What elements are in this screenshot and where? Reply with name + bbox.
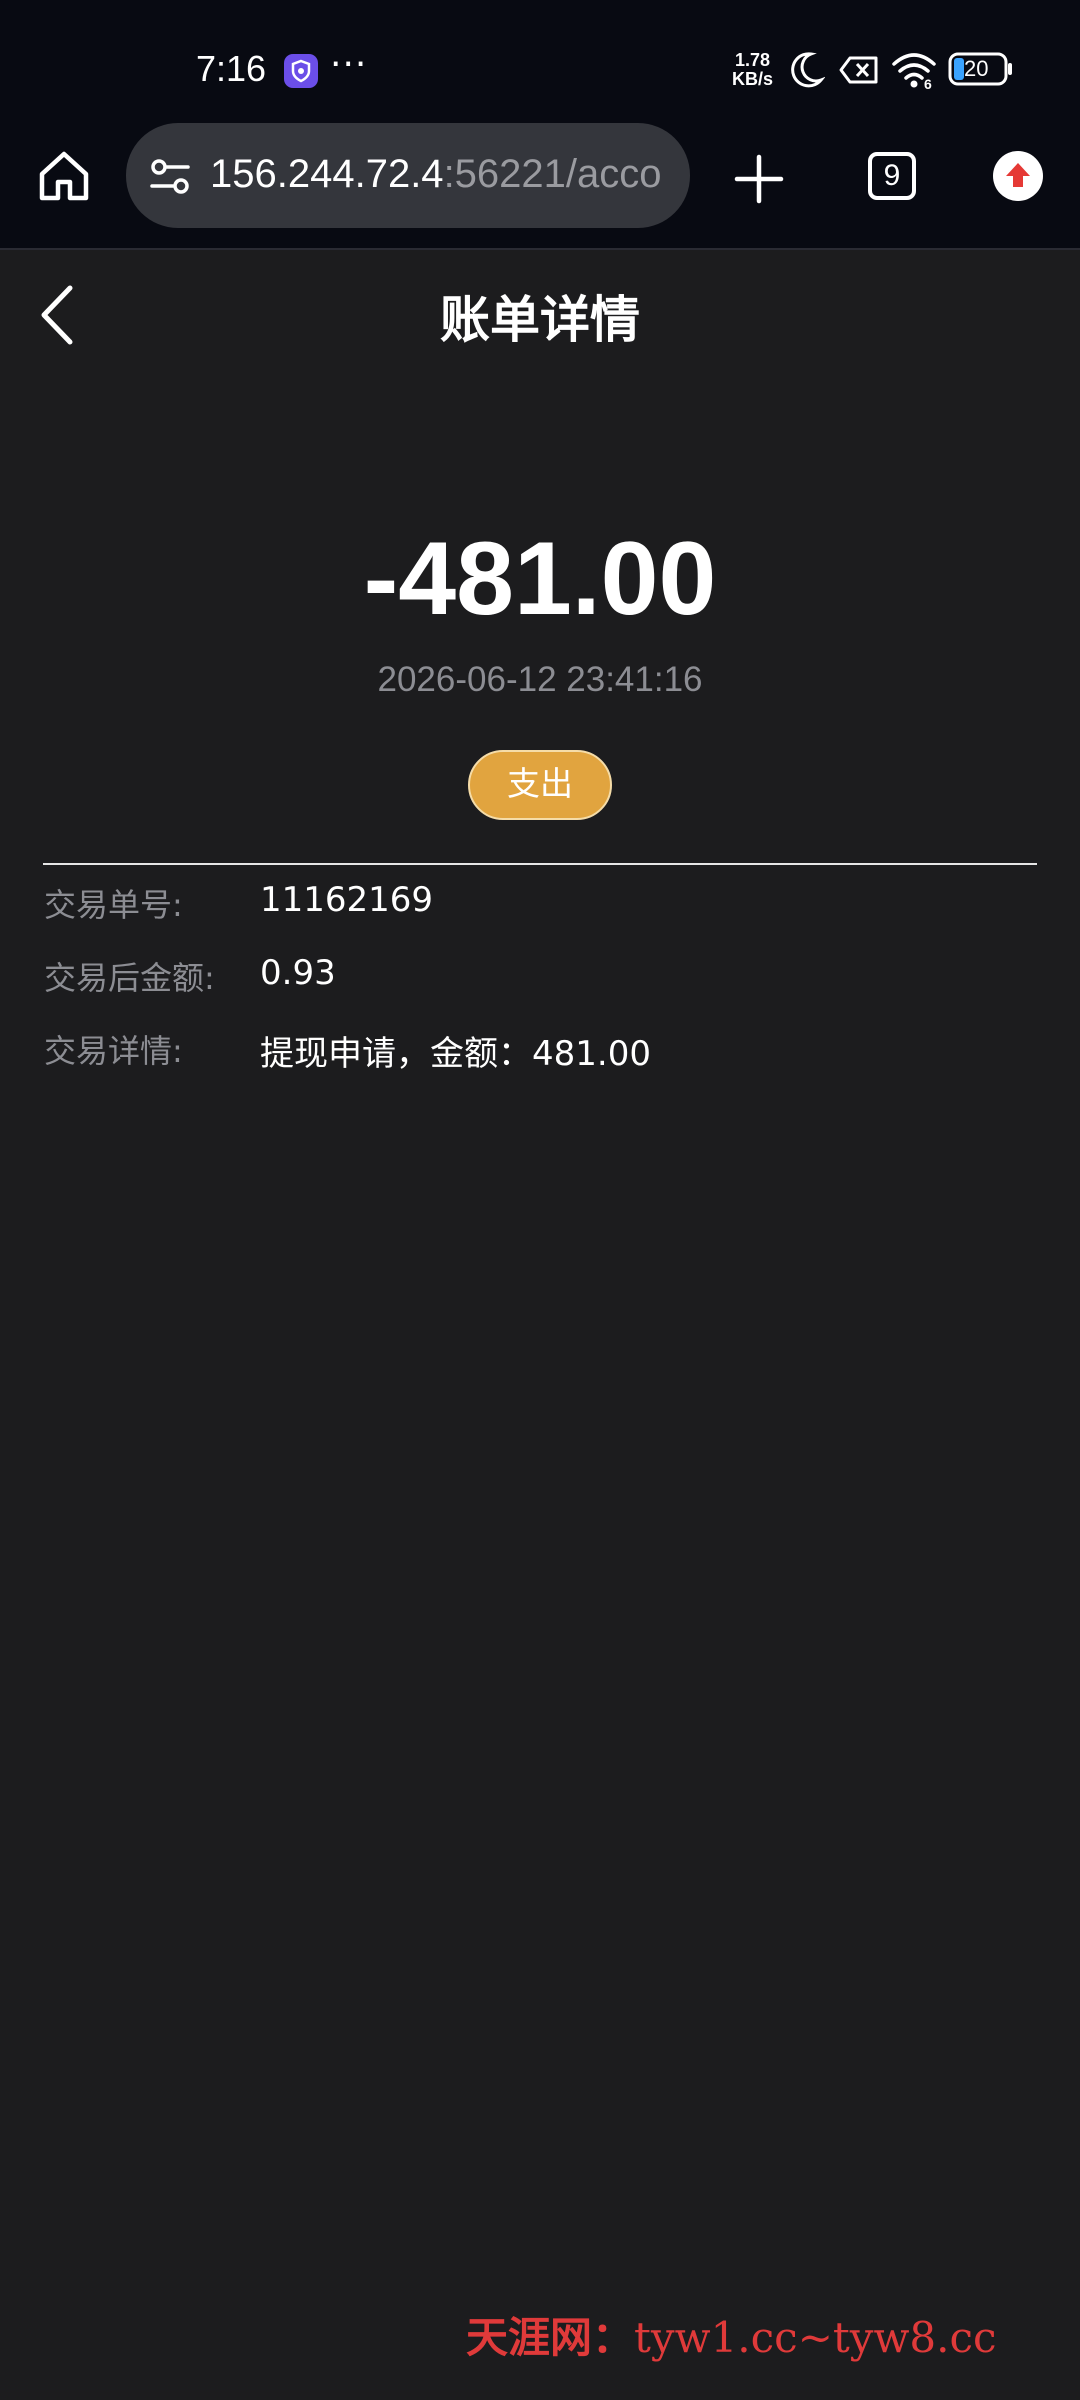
detail-value: 提现申请，金额：481.00: [260, 1034, 651, 1074]
url-host: 156.244.72.4: [210, 152, 444, 196]
detail-row-description: 交易详情: 提现申请，金额：481.00: [44, 1026, 1044, 1076]
transaction-amount: -481.00: [363, 521, 717, 637]
site-settings-icon[interactable]: [148, 155, 192, 199]
sim-off-icon: [838, 50, 880, 94]
status-time: 7:16: [196, 48, 267, 89]
url-text[interactable]: 156.244.72.4:56221/acco: [210, 152, 670, 197]
watermark-brand: 天涯网：: [466, 2313, 635, 2362]
detail-row-order-number: 交易单号: 11162169: [44, 880, 1044, 930]
divider: [43, 863, 1037, 865]
network-speed: 1.78 KB/s: [732, 51, 773, 89]
network-speed-value: 1.78: [734, 50, 771, 70]
page-header: 账单详情: [0, 250, 1080, 380]
address-bar[interactable]: 156.244.72.4:56221/acco: [126, 123, 690, 228]
detail-value: 0.93: [260, 953, 336, 993]
detail-value: 11162169: [260, 880, 434, 920]
status-bar: 7:16 ··· 1.78 KB/s 6 20: [0, 0, 1080, 120]
wifi-label: 6: [924, 76, 932, 92]
shield-app-icon: [284, 54, 318, 88]
wifi-icon: 6: [890, 48, 938, 94]
detail-label: 交易单号:: [44, 886, 183, 924]
tab-switcher-button[interactable]: 9: [868, 152, 916, 200]
detail-label: 交易后金额:: [44, 959, 215, 997]
new-tab-button[interactable]: [733, 153, 785, 205]
url-path: :56221/acco: [443, 152, 662, 196]
detail-label: 交易详情:: [44, 1032, 183, 1070]
home-button[interactable]: [36, 148, 92, 204]
moon-icon: [789, 50, 826, 94]
transaction-datetime: 2026-06-12 23:41:16: [377, 660, 703, 699]
transaction-type-badge: 支出: [468, 750, 612, 820]
browser-toolbar: 156.244.72.4:56221/acco 9: [0, 120, 1080, 250]
arrow-up-icon: [1006, 163, 1030, 187]
battery-level: 20: [964, 56, 989, 81]
watermark-text: tyw1.cc~tyw8.cc: [634, 2313, 997, 2362]
network-speed-unit: KB/s: [732, 69, 774, 89]
update-button[interactable]: [993, 151, 1043, 201]
plus-icon: [734, 154, 784, 204]
more-notifications-icon: ···: [330, 44, 368, 85]
home-icon: [39, 151, 89, 201]
battery-icon: 20: [948, 52, 1014, 90]
watermark: 天涯网：tyw1.cc~tyw8.cc: [466, 2304, 997, 2365]
detail-row-balance-after: 交易后金额: 0.93: [44, 953, 1044, 1003]
page-title: 账单详情: [440, 291, 640, 349]
